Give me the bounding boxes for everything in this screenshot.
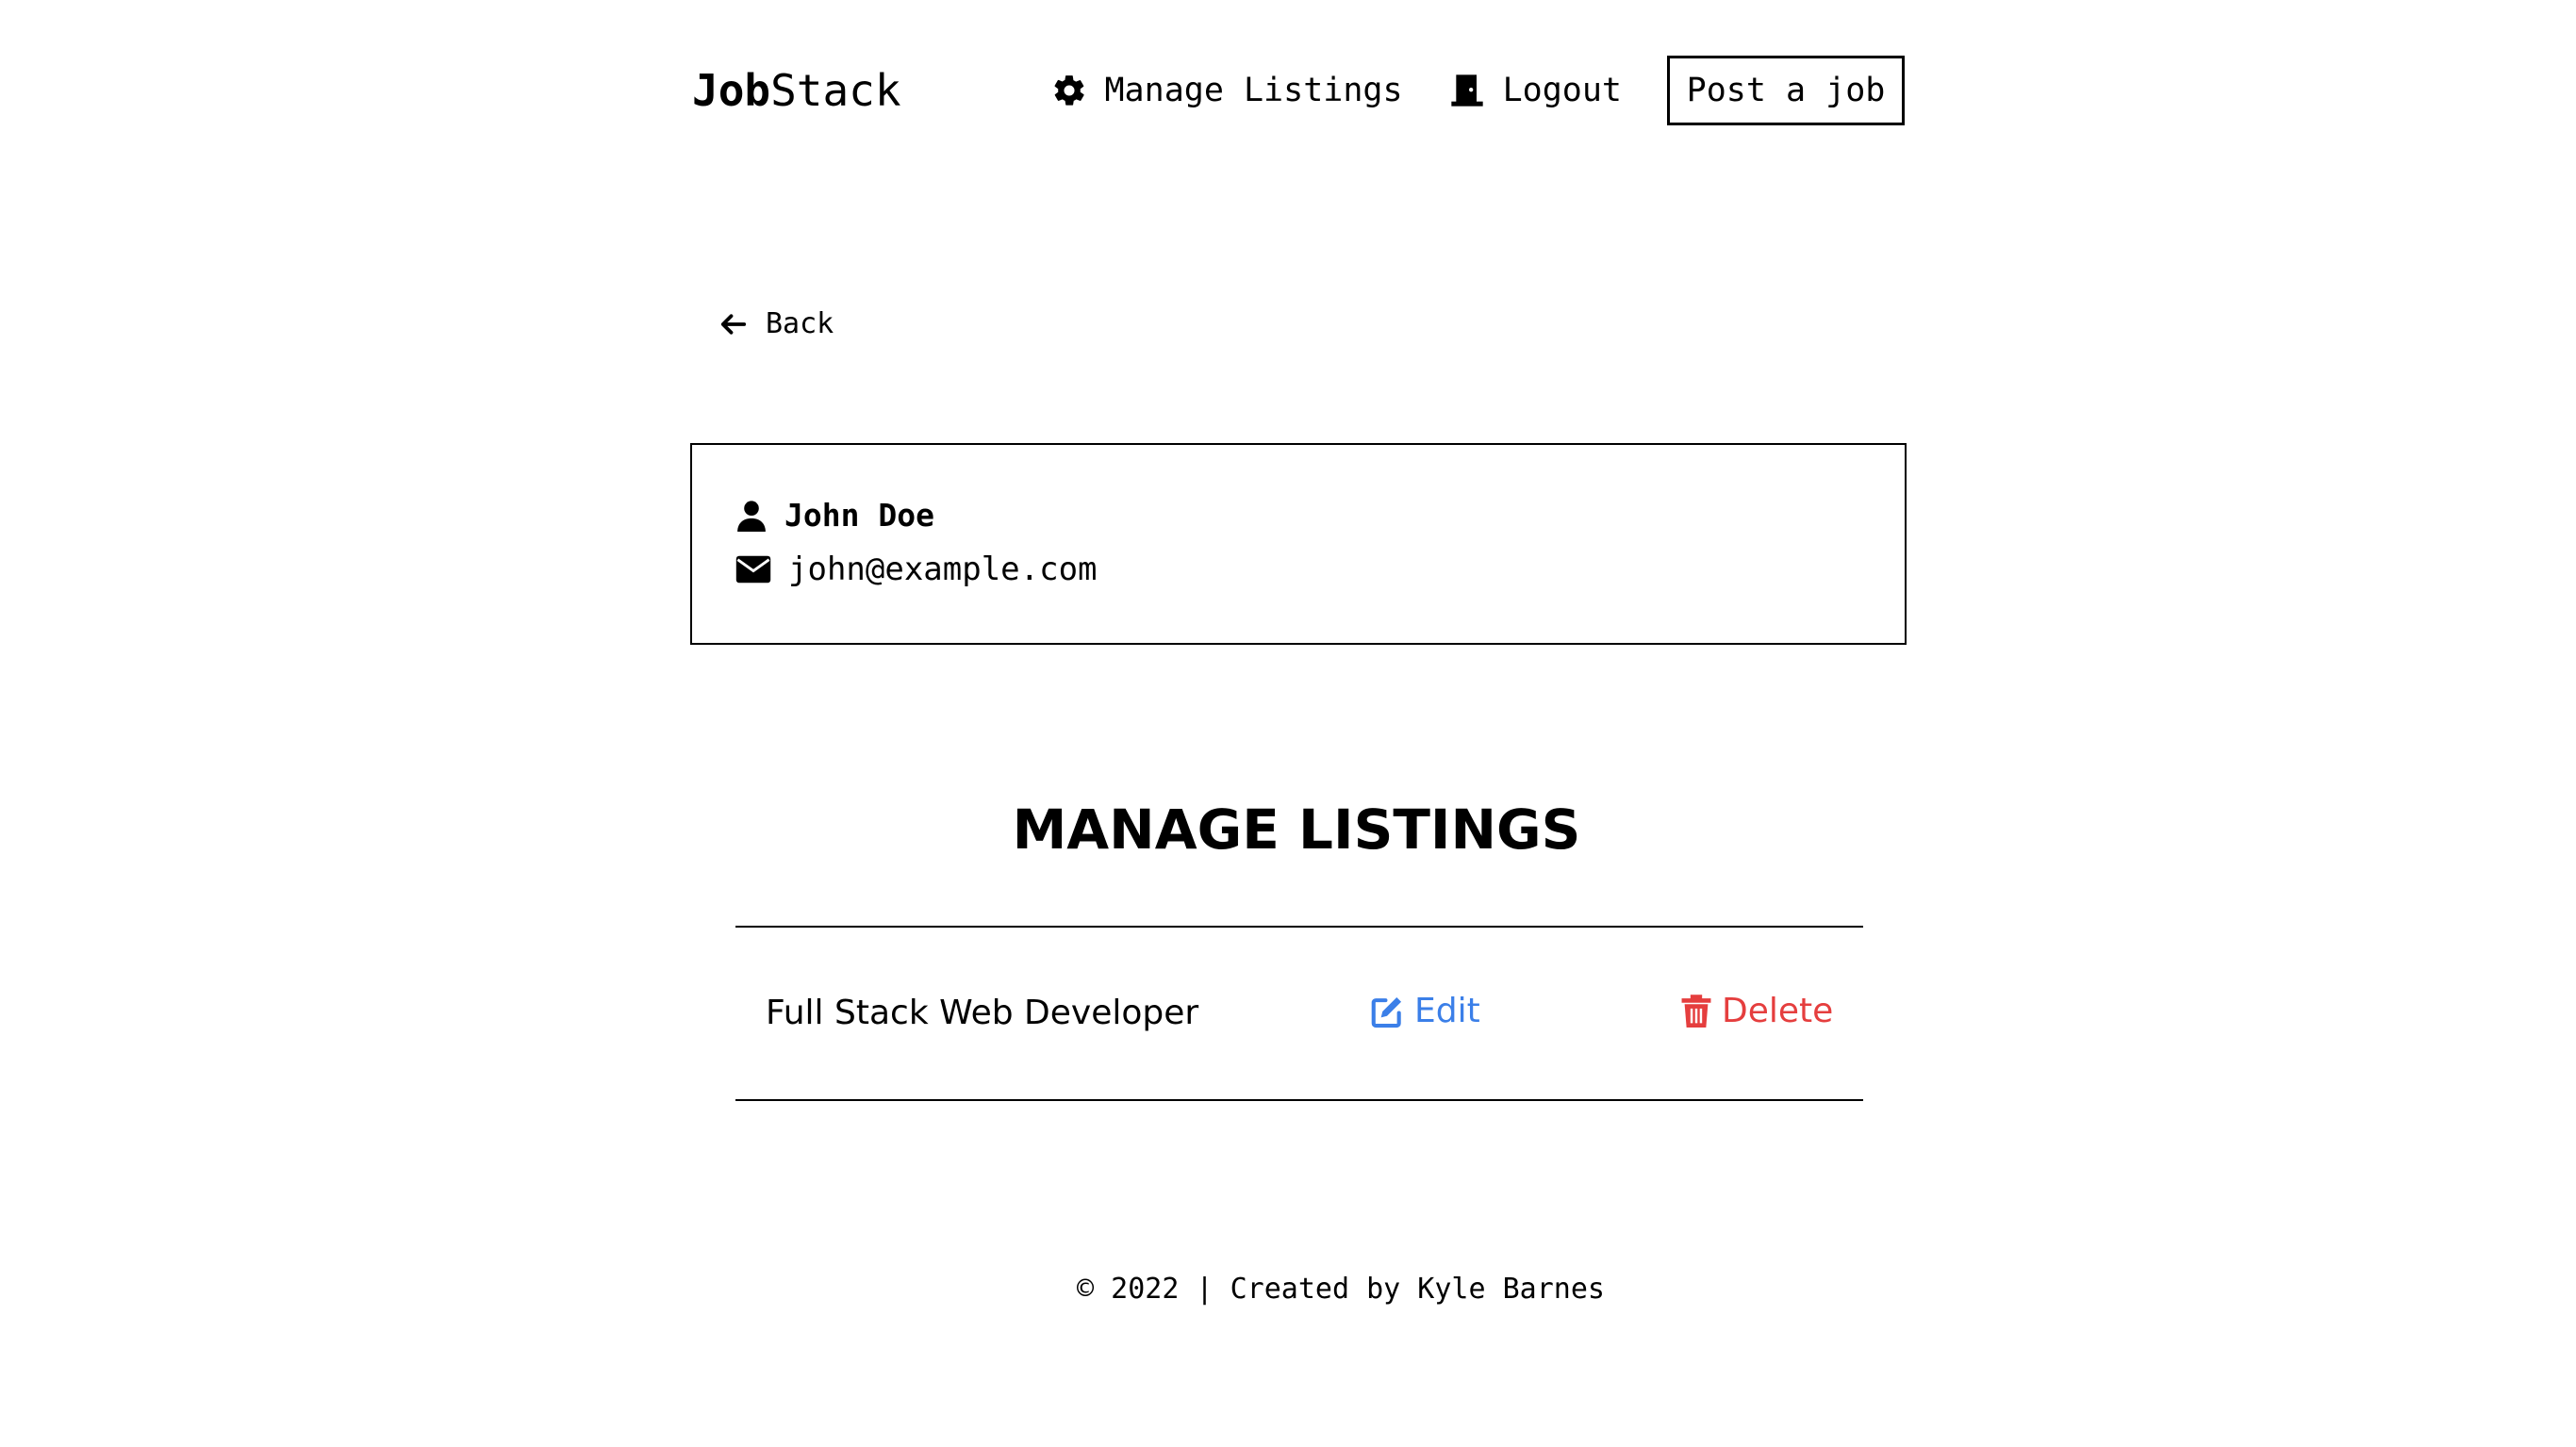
logo[interactable]: JobStack <box>692 62 901 119</box>
edit-label: Edit <box>1414 992 1480 1030</box>
nav-links: Manage Listings Logout Post a job <box>1051 53 1905 128</box>
logo-bold: Job <box>692 65 771 116</box>
arrow-left-icon <box>720 313 747 335</box>
listing-title: Full Stack Web Developer <box>766 994 1199 1032</box>
user-card: John Doe john@example.com <box>690 443 1907 645</box>
logout-link[interactable]: Logout <box>1448 72 1622 109</box>
logout-label: Logout <box>1502 72 1622 109</box>
user-name-row: John Doe <box>735 497 934 534</box>
post-job-button[interactable]: Post a job <box>1667 56 1905 125</box>
manage-listings-label: Manage Listings <box>1104 72 1403 109</box>
manage-listings-link[interactable]: Manage Listings <box>1051 72 1403 109</box>
edit-button[interactable]: Edit <box>1369 992 1480 1030</box>
trash-icon <box>1681 994 1711 1028</box>
table-row: Full Stack Web Developer Edit Delete <box>735 926 1863 1101</box>
user-email: john@example.com <box>788 551 1098 588</box>
logo-regular: Stack <box>770 65 901 116</box>
door-icon <box>1450 74 1483 107</box>
delete-button[interactable]: Delete <box>1680 992 1833 1030</box>
back-label: Back <box>766 307 834 340</box>
navbar: JobStack Manage Listings Logout Post a j… <box>688 53 1905 128</box>
delete-label: Delete <box>1722 992 1834 1030</box>
user-name: John Doe <box>784 497 934 534</box>
user-email-row: john@example.com <box>735 551 1098 588</box>
back-link[interactable]: Back <box>718 307 834 340</box>
envelope-icon <box>735 555 771 584</box>
gear-icon <box>1055 75 1085 106</box>
page-title: MANAGE LISTINGS <box>1012 797 1581 862</box>
listings-table: Full Stack Web Developer Edit Delete <box>735 926 1863 1101</box>
user-icon <box>737 500 766 532</box>
pen-to-square-icon <box>1371 996 1402 1028</box>
footer: © 2022 | Created by Kyle Barnes <box>1077 1273 1605 1306</box>
